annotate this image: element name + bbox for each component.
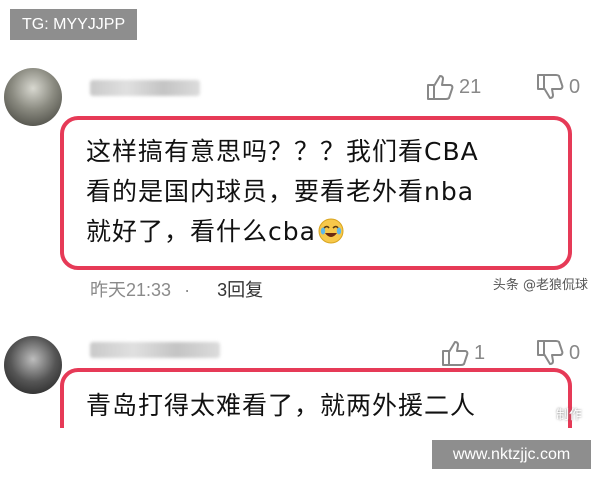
like-count: 21 [459, 75, 482, 98]
source-watermark: 头条 @老狼侃球 [492, 278, 588, 293]
comment-text[interactable]: 青岛打得太难看了，就两外援二人 [64, 372, 568, 426]
comment-line-text: 就好了，看什么cba [86, 217, 316, 246]
comment-line: 看的是国内球员，要看老外看nba [86, 177, 475, 206]
replies-link[interactable]: 3回复 [217, 280, 263, 300]
dislike-count: 0 [569, 341, 581, 364]
thumbs-down-icon [535, 338, 565, 368]
dislike-button[interactable]: 0 [535, 72, 580, 102]
comment-line: 这样搞有意思吗？？？我们看CBA [86, 137, 479, 166]
comment-line: 青岛打得太难看了，就两外援二人 [86, 391, 477, 420]
comment-time: 昨天21:33 [90, 280, 172, 300]
highlighted-comment-box: 这样搞有意思吗？？？我们看CBA 看的是国内球员，要看老外看nba 就好了，看什… [60, 116, 572, 270]
avatar[interactable] [4, 68, 62, 126]
comment-meta: 昨天21:33 · 3回复 [90, 276, 271, 302]
username-blurred[interactable] [90, 80, 200, 96]
like-button[interactable]: 21 [425, 72, 481, 102]
meta-separator: · [184, 280, 191, 300]
dislike-button[interactable]: 0 [535, 338, 580, 368]
like-count: 1 [474, 341, 486, 364]
thumbs-down-icon [535, 72, 565, 102]
thumbs-up-icon [440, 338, 470, 368]
site-footer: www.nktzjjc.com [432, 440, 591, 469]
maker-watermark: 制作 [555, 408, 582, 423]
like-button[interactable]: 1 [440, 338, 485, 368]
comment-line: 就好了，看什么cba [86, 212, 568, 252]
username-blurred[interactable] [90, 342, 220, 358]
dislike-count: 0 [569, 75, 581, 98]
overlay-tag: TG: MYYJJPP [10, 9, 138, 40]
comment-text[interactable]: 这样搞有意思吗？？？我们看CBA 看的是国内球员，要看老外看nba 就好了，看什… [64, 120, 568, 252]
crying-laughing-emoji-icon [318, 216, 344, 244]
avatar[interactable] [4, 336, 62, 394]
screenshot-frame: 21 0 这样搞有意思吗？？？我们看CBA 看的是国内球员，要看老外看nba 就… [0, 0, 600, 480]
thumbs-up-icon [425, 72, 455, 102]
